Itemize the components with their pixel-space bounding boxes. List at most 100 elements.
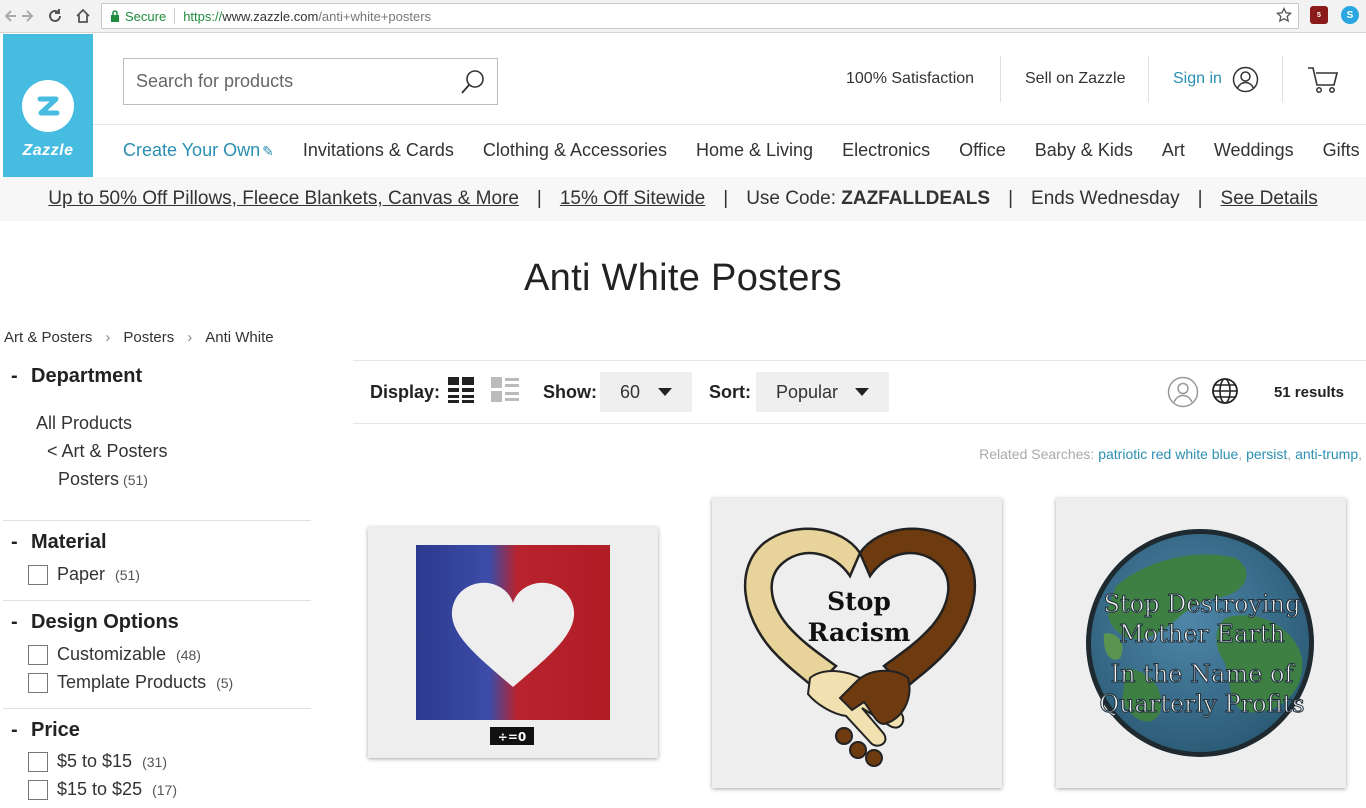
header-rule bbox=[93, 124, 1366, 125]
results-count: 51 results bbox=[1273, 384, 1344, 401]
skype-extension-icon[interactable]: S bbox=[1341, 6, 1359, 24]
checkbox[interactable] bbox=[28, 672, 48, 693]
nav-gifts[interactable]: Gifts bbox=[1323, 140, 1360, 161]
ublock-extension-icon[interactable]: 5 bbox=[1310, 6, 1328, 24]
promo-banner: Up to 50% Off Pillows, Fleece Blankets, … bbox=[0, 177, 1366, 221]
product-card-heart-poster[interactable]: ÷=0 bbox=[368, 527, 658, 758]
sell-on-zazzle-link[interactable]: Sell on Zazzle bbox=[1025, 70, 1126, 88]
toolbar-rule-bottom bbox=[353, 423, 1366, 424]
promo-deal-link[interactable]: Up to 50% Off Pillows, Fleece Blankets, … bbox=[48, 188, 519, 210]
filter-price-heading[interactable]: - Price bbox=[11, 719, 80, 742]
sort-dropdown[interactable]: Popular bbox=[756, 372, 889, 412]
home-icon[interactable] bbox=[72, 5, 94, 27]
product-card-mother-earth-poster[interactable]: Stop Destroying Mother Earth In the Name… bbox=[1056, 498, 1346, 788]
url-text: https://www.zazzle.com/anti+white+poster… bbox=[183, 9, 431, 24]
forward-icon[interactable] bbox=[16, 5, 38, 27]
bookmark-star-icon[interactable] bbox=[1275, 6, 1293, 26]
promo-separator: | bbox=[536, 188, 542, 209]
filter-option-paper[interactable]: Paper (51) bbox=[28, 564, 140, 585]
nav-electronics[interactable]: Electronics bbox=[842, 140, 930, 161]
filter-option-price-15-25[interactable]: $15 to $25 (17) bbox=[28, 779, 177, 800]
page-title: Anti White Posters bbox=[524, 257, 842, 299]
promo-ends: Ends Wednesday bbox=[1031, 188, 1180, 209]
secure-label: Secure bbox=[125, 8, 167, 24]
product-text-stop: Stop bbox=[827, 587, 891, 616]
header-divider bbox=[1148, 56, 1149, 102]
filter-option-label: Customizable bbox=[57, 644, 167, 664]
filter-option-template-products[interactable]: Template Products (5) bbox=[28, 672, 233, 693]
nav-clothing-accessories[interactable]: Clothing & Accessories bbox=[483, 140, 667, 161]
zazzle-logo[interactable]: Zazzle bbox=[3, 34, 93, 185]
related-link-persist[interactable]: persist bbox=[1246, 446, 1287, 462]
promo-details-link[interactable]: See Details bbox=[1221, 188, 1318, 210]
url-host: www.zazzle.com bbox=[222, 8, 319, 24]
filter-all-products[interactable]: All Products bbox=[36, 413, 132, 434]
nav-invitations-cards[interactable]: Invitations & Cards bbox=[303, 140, 454, 161]
product-image: ÷=0 bbox=[416, 545, 610, 745]
product-text-line2: Mother Earth bbox=[1119, 620, 1285, 648]
url-divider bbox=[174, 8, 176, 24]
checkbox[interactable] bbox=[28, 564, 48, 585]
sort-label: Sort: bbox=[709, 382, 751, 402]
related-searches: Related Searches: patriotic red white bl… bbox=[979, 446, 1362, 462]
search-box[interactable] bbox=[123, 58, 498, 105]
checkbox[interactable] bbox=[28, 751, 48, 772]
filter-count: (51) bbox=[123, 472, 148, 488]
checkbox[interactable] bbox=[28, 644, 48, 665]
nav-create-your-own[interactable]: Create Your Own ✎ bbox=[123, 140, 274, 161]
product-card-stop-racism-poster[interactable]: Stop Racism bbox=[712, 498, 1002, 788]
chevron-right-icon: › bbox=[105, 329, 111, 346]
nav-weddings[interactable]: Weddings bbox=[1214, 140, 1294, 161]
checkbox[interactable] bbox=[28, 779, 48, 800]
filter-current-posters: Posters (51) bbox=[58, 469, 148, 490]
globe-icon[interactable] bbox=[1211, 377, 1239, 410]
filter-material-heading[interactable]: - Material bbox=[11, 531, 107, 554]
search-icon[interactable] bbox=[459, 68, 487, 101]
related-link-patriotic[interactable]: patriotic red white blue bbox=[1098, 446, 1238, 462]
personalize-user-icon[interactable] bbox=[1167, 376, 1199, 413]
reload-icon[interactable] bbox=[44, 5, 66, 27]
satisfaction-link[interactable]: 100% Satisfaction bbox=[846, 70, 974, 88]
user-account-icon[interactable] bbox=[1232, 66, 1259, 98]
filter-option-customizable[interactable]: Customizable (48) bbox=[28, 644, 201, 665]
filter-parent-art-posters[interactable]: < Art & Posters bbox=[47, 441, 168, 462]
filter-heading-label: Material bbox=[31, 531, 107, 553]
promo-code: ZAZFALLDEALS bbox=[841, 188, 991, 209]
breadcrumb-posters[interactable]: Posters bbox=[123, 329, 174, 346]
breadcrumb-anti-white: Anti White bbox=[205, 329, 274, 346]
zazzle-z-icon bbox=[22, 80, 74, 132]
filter-option-price-5-15[interactable]: $5 to $15 (31) bbox=[28, 751, 167, 772]
url-scheme: https:// bbox=[183, 8, 223, 24]
nav-home-living[interactable]: Home & Living bbox=[696, 140, 813, 161]
filter-design-options-heading[interactable]: - Design Options bbox=[11, 611, 179, 634]
filter-count: (51) bbox=[115, 566, 140, 583]
address-bar[interactable]: Secure https://www.zazzle.com/anti+white… bbox=[101, 3, 1299, 29]
collapse-icon: - bbox=[11, 719, 18, 741]
filter-count: (31) bbox=[142, 753, 167, 770]
header-divider bbox=[1000, 56, 1001, 102]
ext-badge: 5 bbox=[1317, 11, 1321, 19]
show-per-page-dropdown[interactable]: 60 bbox=[600, 372, 692, 412]
grid-view-icon[interactable] bbox=[447, 376, 475, 409]
filter-heading-label: Department bbox=[31, 365, 143, 387]
nav-baby-kids[interactable]: Baby & Kids bbox=[1035, 140, 1133, 161]
sign-in-link[interactable]: Sign in bbox=[1173, 70, 1222, 88]
nav-create-label: Create Your Own bbox=[123, 140, 261, 160]
product-image: Stop Racism bbox=[743, 527, 977, 767]
list-view-icon[interactable] bbox=[490, 376, 520, 409]
breadcrumb: Art & Posters › Posters › Anti White bbox=[4, 329, 274, 346]
search-input[interactable] bbox=[124, 71, 444, 92]
collapse-icon: - bbox=[11, 531, 18, 553]
secure-indicator[interactable]: Secure bbox=[102, 9, 166, 24]
nav-office[interactable]: Office bbox=[959, 140, 1006, 161]
promo-code-label: Use Code: bbox=[746, 188, 842, 209]
promo-sitewide-link[interactable]: 15% Off Sitewide bbox=[560, 188, 705, 210]
product-text-line3: In the Name of bbox=[1111, 660, 1296, 688]
breadcrumb-art-posters[interactable]: Art & Posters bbox=[4, 329, 92, 346]
filter-count: (48) bbox=[176, 646, 201, 663]
filter-department-heading[interactable]: - Department bbox=[11, 365, 142, 388]
cart-icon[interactable] bbox=[1307, 65, 1339, 100]
main-navigation: Create Your Own ✎ Invitations & Cards Clo… bbox=[123, 140, 1360, 161]
nav-art[interactable]: Art bbox=[1162, 140, 1185, 161]
related-link-anti-trump[interactable]: anti-trump bbox=[1295, 446, 1358, 462]
